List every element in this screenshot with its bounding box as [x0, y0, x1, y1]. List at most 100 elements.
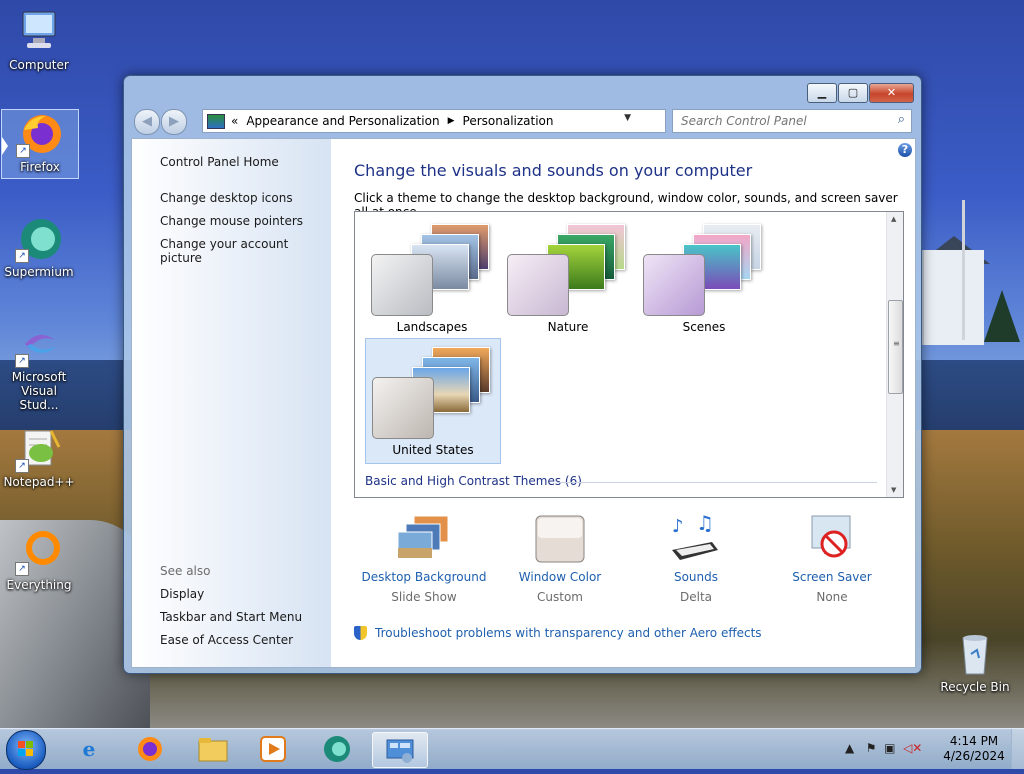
- desktop-icon-notepad-plus-plus[interactable]: ↗ Notepad++: [1, 425, 77, 489]
- search-box[interactable]: ⌕: [672, 109, 912, 133]
- theme-color-swatch: [371, 254, 433, 316]
- supermium-icon: ↗: [15, 215, 63, 263]
- desktop-icon-computer[interactable]: Computer: [1, 8, 77, 72]
- shortcut-arrow-icon: ↗: [15, 562, 29, 576]
- theme-list[interactable]: Landscapes Nature Scenes United States B…: [354, 211, 904, 498]
- window-color-label[interactable]: Window Color: [482, 570, 638, 584]
- breadcrumb-personalization[interactable]: Personalization: [463, 114, 554, 128]
- notepad-plus-plus-icon: ↗: [15, 425, 63, 473]
- desktop-icon-label: Firefox: [20, 160, 60, 174]
- breadcrumb-separator-icon[interactable]: ▶: [448, 116, 455, 126]
- desktop-background-label[interactable]: Desktop Background: [346, 570, 502, 584]
- taskbar-start-menu-link[interactable]: Taskbar and Start Menu: [160, 610, 302, 624]
- supermium-icon[interactable]: [314, 732, 360, 766]
- troubleshoot-label[interactable]: Troubleshoot problems with transparency …: [375, 626, 762, 640]
- firefox-icon[interactable]: [127, 732, 173, 766]
- show-hidden-icons-icon[interactable]: ▲: [845, 741, 854, 755]
- change-desktop-icons-link[interactable]: Change desktop icons: [160, 191, 293, 205]
- internet-explorer-icon[interactable]: e: [66, 732, 112, 766]
- start-button[interactable]: [6, 730, 46, 770]
- troubleshoot-link[interactable]: Troubleshoot problems with transparency …: [354, 626, 762, 640]
- help-icon[interactable]: ?: [898, 143, 912, 157]
- personalization-window[interactable]: ▁ ▢ ✕ ◀ ▶ « Appearance and Personalizati…: [123, 75, 922, 674]
- basic-high-contrast-group[interactable]: Basic and High Contrast Themes (6): [365, 474, 582, 488]
- shortcut-arrow-icon: ↗: [15, 249, 29, 263]
- change-account-picture-link[interactable]: Change your account picture: [160, 237, 331, 265]
- media-player-icon[interactable]: [250, 732, 296, 766]
- taskbar: e ▲ ⚑ ▣ ◁✕ 4:14 PM 4/26/2024: [0, 728, 1024, 770]
- sounds-value: Delta: [679, 590, 712, 604]
- desktop-icon-visual-studio[interactable]: ↗ Microsoft Visual Stud...: [1, 320, 77, 412]
- screen-saver-label[interactable]: Screen Saver: [754, 570, 910, 584]
- address-dropdown-icon[interactable]: ▼: [624, 113, 631, 123]
- clock[interactable]: 4:14 PM 4/26/2024: [938, 734, 1010, 764]
- minimize-button[interactable]: ▁: [807, 83, 837, 103]
- breadcrumb-prefix[interactable]: «: [231, 114, 238, 128]
- theme-color-swatch: [372, 377, 434, 439]
- sounds-setting[interactable]: ♪ ♫ Sounds Delta: [618, 511, 774, 604]
- back-button[interactable]: ◀: [134, 109, 160, 135]
- theme-color-swatch: [643, 254, 705, 316]
- theme-list-scrollbar[interactable]: ▲ ≡ ▼: [886, 212, 903, 497]
- screen-saver-value: None: [816, 590, 848, 604]
- search-input[interactable]: [679, 110, 883, 132]
- svg-text:♪: ♪: [672, 516, 684, 537]
- theme-united-states[interactable]: United States: [365, 338, 501, 464]
- volume-muted-icon[interactable]: ◁✕: [903, 741, 922, 755]
- shortcut-arrow-icon: ↗: [16, 144, 30, 158]
- windows-logo-icon: [18, 741, 34, 757]
- desktop-icon-firefox[interactable]: ↗ Firefox: [1, 109, 79, 179]
- theme-name: Landscapes: [396, 320, 468, 334]
- scroll-down-icon[interactable]: ▼: [891, 486, 896, 494]
- breadcrumb-appearance[interactable]: Appearance and Personalization: [246, 114, 439, 128]
- scrollbar-thumb[interactable]: ≡: [888, 300, 903, 394]
- everything-icon: ↗: [15, 528, 63, 576]
- page-title: Change the visuals and sounds on your co…: [354, 161, 753, 180]
- maximize-button[interactable]: ▢: [838, 83, 868, 103]
- wallpaper-flagpole: [962, 200, 965, 340]
- firefox-icon: ↗: [16, 110, 64, 158]
- scroll-up-icon[interactable]: ▲: [891, 215, 896, 223]
- desktop-icon-supermium[interactable]: ↗ Supermium: [1, 215, 77, 279]
- desktop-icon-everything[interactable]: ↗ Everything: [1, 528, 77, 592]
- display-link[interactable]: Display: [160, 587, 204, 601]
- window-controls: ▁ ▢ ✕: [806, 83, 914, 103]
- see-also-heading: See also: [160, 564, 211, 578]
- file-explorer-icon[interactable]: [190, 732, 236, 766]
- forward-button[interactable]: ▶: [161, 109, 187, 135]
- navigation-bar: ◀ ▶ « Appearance and Personalization ▶ P…: [132, 108, 914, 135]
- desktop-icon-recycle-bin[interactable]: Recycle Bin: [937, 630, 1013, 694]
- close-button[interactable]: ✕: [869, 83, 914, 103]
- sounds-icon: ♪ ♫: [666, 511, 726, 564]
- ease-of-access-link[interactable]: Ease of Access Center: [160, 633, 293, 647]
- control-panel-icon[interactable]: [372, 732, 428, 768]
- address-bar[interactable]: « Appearance and Personalization ▶ Perso…: [202, 109, 729, 133]
- desktop-icon-label: Supermium: [4, 265, 74, 279]
- shortcut-arrow-icon: ↗: [15, 459, 29, 473]
- main-pane: ? Change the visuals and sounds on your …: [331, 139, 915, 667]
- group-divider: [557, 482, 877, 483]
- theme-landscapes[interactable]: Landscapes: [365, 216, 499, 340]
- desktop-background-value: Slide Show: [391, 590, 457, 604]
- system-tray: ▲ ⚑ ▣ ◁✕: [845, 741, 922, 755]
- action-center-flag-icon[interactable]: ⚑: [866, 741, 877, 755]
- change-mouse-pointers-link[interactable]: Change mouse pointers: [160, 214, 303, 228]
- desktop-icon-label: Computer: [9, 58, 69, 72]
- computer-icon: [15, 8, 63, 56]
- desktop-icon-label: Everything: [6, 578, 72, 592]
- theme-nature[interactable]: Nature: [501, 216, 635, 340]
- svg-text:♫: ♫: [696, 514, 714, 535]
- network-icon[interactable]: ▣: [884, 741, 895, 755]
- desktop-background-setting[interactable]: Desktop Background Slide Show: [346, 514, 502, 604]
- clock-time: 4:14 PM: [949, 734, 999, 748]
- theme-scenes[interactable]: Scenes: [637, 216, 771, 340]
- search-icon[interactable]: ⌕: [898, 112, 905, 127]
- desktop-background-icon: [394, 514, 454, 564]
- sounds-label[interactable]: Sounds: [618, 570, 774, 584]
- window-color-setting[interactable]: Window Color Custom: [482, 514, 638, 604]
- shield-icon: [354, 626, 367, 640]
- screen-saver-setting[interactable]: Screen Saver None: [754, 514, 910, 604]
- wallpaper-tree: [984, 290, 1020, 342]
- show-desktop-button[interactable]: [1011, 729, 1024, 769]
- control-panel-home-link[interactable]: Control Panel Home: [160, 155, 279, 169]
